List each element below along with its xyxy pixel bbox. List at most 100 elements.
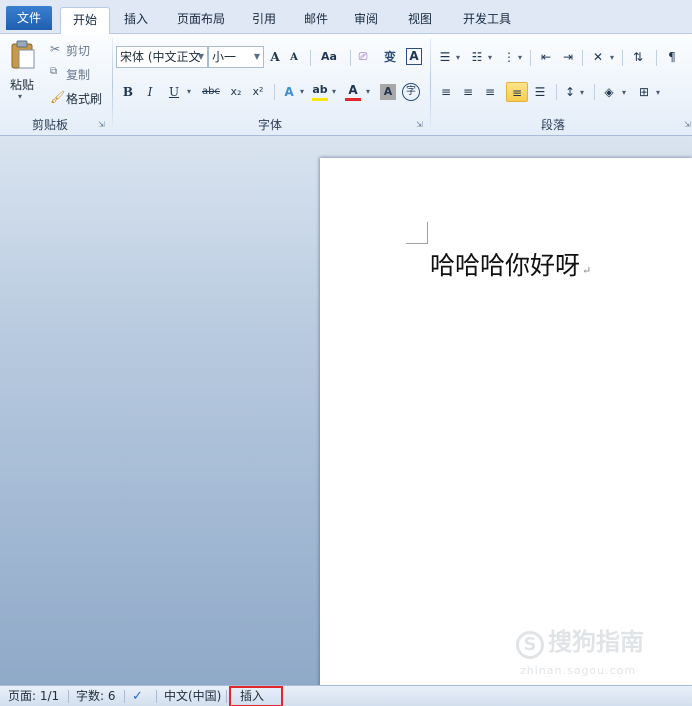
multilevel-dropdown-icon[interactable]: ▾ xyxy=(516,48,524,68)
cut-label: 剪切 xyxy=(66,44,91,58)
char-border-button[interactable]: A xyxy=(406,48,422,65)
subscript-button[interactable]: x₂ xyxy=(228,82,244,102)
ribbon-tab-bar: 文件 开始 插入 页面布局 引用 邮件 审阅 视图 开发工具 xyxy=(0,0,692,35)
separator xyxy=(350,50,351,66)
bold-button[interactable]: B xyxy=(122,82,134,102)
chevron-down-icon: ▼ xyxy=(253,52,260,61)
bullets-dropdown-icon[interactable]: ▾ xyxy=(454,48,462,68)
tab-references[interactable]: 引用 xyxy=(244,7,284,34)
status-separator xyxy=(68,690,69,703)
italic-button[interactable]: I xyxy=(144,82,156,102)
enclose-char-button[interactable]: 字 xyxy=(402,83,420,101)
tab-file[interactable]: 文件 xyxy=(6,6,52,30)
underline-dropdown-icon[interactable]: ▾ xyxy=(184,82,194,102)
asian-layout-icon[interactable]: ✕ xyxy=(590,47,606,67)
line-spacing-dropdown-icon[interactable]: ▾ xyxy=(578,83,586,103)
status-separator xyxy=(226,690,227,703)
tab-insert[interactable]: 插入 xyxy=(116,7,156,34)
clear-format-icon[interactable]: ⎚ xyxy=(356,47,370,67)
scissors-icon: ✂ xyxy=(50,42,61,56)
paste-icon xyxy=(11,40,35,69)
watermark-s-icon: S xyxy=(516,631,544,659)
show-marks-icon[interactable]: ¶ xyxy=(664,47,680,67)
paragraph-group-label: 段落 xyxy=(540,118,565,132)
font-size-value: 小一 xyxy=(212,50,237,64)
separator xyxy=(582,50,583,66)
clipboard-group-label: 剪贴板 xyxy=(31,118,68,132)
separator xyxy=(274,84,275,100)
text-effect-dropdown-icon[interactable]: ▾ xyxy=(298,82,306,102)
multilevel-list-icon[interactable]: ⋮ xyxy=(502,47,516,67)
watermark-logo: S 搜狗指南 xyxy=(516,622,644,659)
margin-corner-mark xyxy=(427,222,428,244)
status-page-count[interactable]: 页面: 1/1 xyxy=(8,688,59,705)
document-paragraph[interactable]: 哈哈哈你好呀 xyxy=(430,251,580,280)
status-language[interactable]: 中文(中国) xyxy=(164,688,221,705)
proofing-check-icon[interactable]: ✓ xyxy=(132,688,143,705)
pinyin-guide-button[interactable]: 变 xyxy=(382,47,398,67)
separator xyxy=(530,50,531,66)
highlight-annotation-box xyxy=(229,686,283,706)
align-right-icon[interactable]: ≡ xyxy=(482,82,498,102)
numbering-dropdown-icon[interactable]: ▾ xyxy=(486,48,494,68)
line-spacing-icon[interactable]: ↕ xyxy=(562,82,578,102)
asian-layout-dropdown-icon[interactable]: ▾ xyxy=(608,48,616,68)
document-page[interactable]: 哈哈哈你好呀 ↵ S 搜狗指南 zhinan.sogou.com xyxy=(320,158,692,688)
chevron-down-icon: ▼ xyxy=(197,52,204,61)
font-color-dropdown-icon[interactable]: ▾ xyxy=(364,82,372,102)
superscript-button[interactable]: x² xyxy=(250,82,266,102)
align-center-icon[interactable]: ≡ xyxy=(460,82,476,102)
highlight-dropdown-icon[interactable]: ▾ xyxy=(330,82,338,102)
grow-font-button[interactable]: A xyxy=(268,47,282,67)
shrink-font-button[interactable]: A xyxy=(288,48,300,68)
document-body-text[interactable]: 哈哈哈你好呀 ↵ xyxy=(430,246,591,282)
sort-icon[interactable]: ⇅ xyxy=(630,47,646,67)
paragraph-launcher-icon[interactable]: ⇲ xyxy=(684,120,691,129)
borders-dropdown-icon[interactable]: ▾ xyxy=(654,83,662,103)
highlight-color-bar xyxy=(312,98,328,101)
tab-developer[interactable]: 开发工具 xyxy=(452,7,522,34)
clipboard-launcher-icon[interactable]: ⇲ xyxy=(98,120,105,129)
separator xyxy=(656,50,657,66)
tab-view[interactable]: 视图 xyxy=(400,7,440,34)
format-painter-icon: 🖌 xyxy=(50,90,66,104)
borders-icon[interactable]: ⊞ xyxy=(636,82,652,102)
paste-dropdown-icon[interactable]: ▾ xyxy=(18,92,22,101)
copy-label: 复制 xyxy=(66,68,91,82)
highlight-button[interactable]: ab xyxy=(310,82,330,102)
status-word-count[interactable]: 字数: 6 xyxy=(76,688,116,705)
distributed-icon[interactable]: ☰ xyxy=(532,82,548,102)
strikethrough-button[interactable]: abc xyxy=(200,82,222,102)
justify-icon[interactable]: ≡ xyxy=(506,82,528,102)
tab-review[interactable]: 审阅 xyxy=(346,7,386,34)
decrease-indent-icon[interactable]: ⇤ xyxy=(538,47,554,67)
text-effect-button[interactable]: A xyxy=(280,82,298,102)
shading-icon[interactable]: ◈ xyxy=(600,82,618,102)
separator xyxy=(556,84,557,100)
shading-dropdown-icon[interactable]: ▾ xyxy=(620,83,628,103)
font-name-dropdown[interactable]: 宋体 (中文正文 ▼ xyxy=(116,46,208,68)
highlight-icon: ab xyxy=(312,83,328,96)
font-size-dropdown[interactable]: 小一 ▼ xyxy=(208,46,264,68)
numbering-icon[interactable]: ☷ xyxy=(470,47,484,67)
separator xyxy=(594,84,595,100)
bullets-icon[interactable]: ☰ xyxy=(438,47,452,67)
change-case-button[interactable]: Aa xyxy=(318,47,340,67)
tab-page-layout[interactable]: 页面布局 xyxy=(166,7,236,34)
tab-mailings[interactable]: 邮件 xyxy=(296,7,336,34)
margin-corner-mark xyxy=(406,243,428,244)
font-color-icon: A xyxy=(348,83,358,97)
separator xyxy=(622,50,623,66)
ribbon-home: 粘贴 ▾ ✂ 剪切 ⧉ 复制 🖌 格式刷 剪贴板 ⇲ 宋体 (中文正文 ▼ 小一… xyxy=(0,34,692,136)
char-shading-button[interactable]: A xyxy=(380,84,396,100)
increase-indent-icon[interactable]: ⇥ xyxy=(560,47,576,67)
paste-button[interactable]: 粘贴 ▾ xyxy=(6,38,40,110)
tab-home[interactable]: 开始 xyxy=(60,7,110,35)
font-color-button[interactable]: A xyxy=(344,82,362,102)
underline-button[interactable]: U xyxy=(168,82,180,102)
watermark-text: 搜狗指南 xyxy=(548,628,644,656)
font-color-bar xyxy=(345,98,361,101)
font-launcher-icon[interactable]: ⇲ xyxy=(416,120,423,129)
align-left-icon[interactable]: ≡ xyxy=(438,82,454,102)
separator xyxy=(310,50,311,66)
